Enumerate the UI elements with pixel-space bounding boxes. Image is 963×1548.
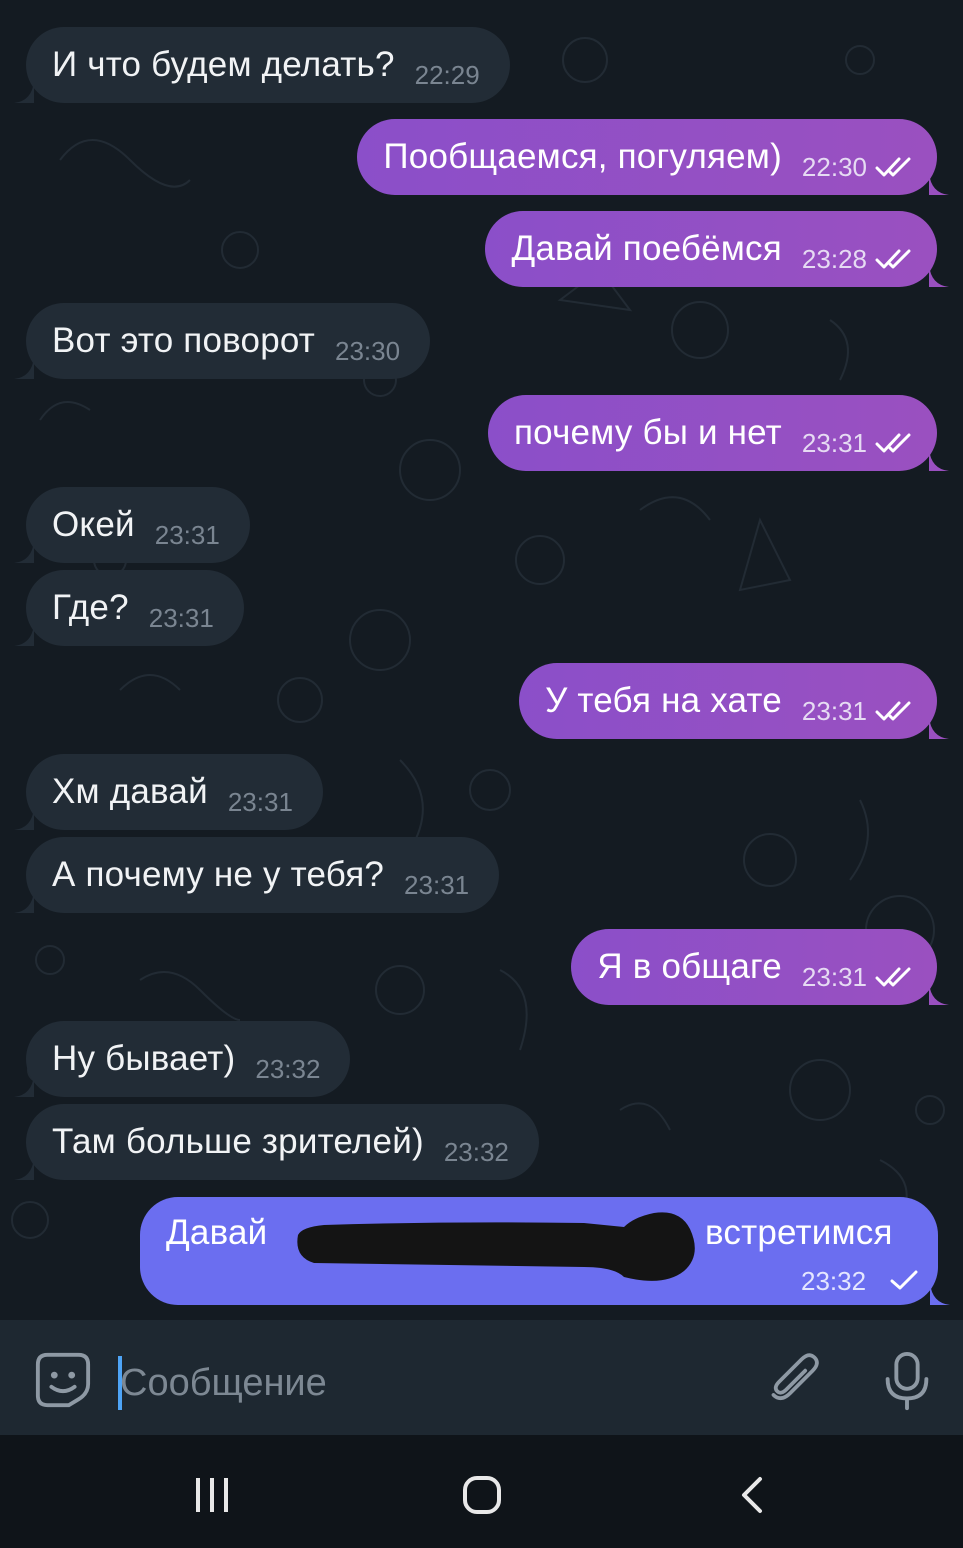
last-message-text-start: Давай (166, 1213, 268, 1252)
message-tail (14, 624, 34, 646)
message-time: 23:31 (801, 961, 867, 992)
message-time: 22:29 (414, 59, 480, 90)
message-bubble: Там больше зрителей) 23:32 (14, 1104, 539, 1180)
message-text: Давай поебёмся (511, 229, 782, 268)
message-text: Я в общаге (597, 947, 782, 986)
message-tail (929, 717, 949, 739)
message-tail (929, 265, 949, 287)
message-bubble: А почему не у тебя? 23:31 (14, 837, 500, 913)
message-tail (930, 1283, 950, 1305)
microphone-icon[interactable] (882, 1350, 932, 1412)
double-check-icon (875, 701, 911, 721)
message-bubble: почему бы и нет 23:31 (488, 395, 949, 471)
message-text: Ну бывает) (52, 1039, 236, 1078)
message-tail (14, 891, 34, 913)
home-icon[interactable] (462, 1475, 502, 1515)
outgoing-message[interactable]: У тебя на хате 23:31 (519, 663, 949, 739)
message-time: 23:32 (443, 1136, 509, 1167)
message-text: У тебя на хате (545, 681, 782, 720)
message-time: 23:31 (801, 695, 867, 726)
outgoing-message-last[interactable]: Давай встретимся 23:32 (140, 1197, 950, 1305)
outgoing-message[interactable]: Пообщаемся, погуляем) 22:30 (357, 119, 949, 195)
message-text: Пообщаемся, погуляем) (383, 137, 782, 176)
message-bubble: И что будем делать? 22:29 (14, 27, 510, 103)
message-time: 23:31 (404, 869, 470, 900)
outgoing-message[interactable]: Я в общаге 23:31 (571, 929, 949, 1005)
outgoing-message[interactable]: Давай поебёмся 23:28 (485, 211, 949, 287)
incoming-message[interactable]: Хм давай 23:31 (14, 754, 323, 830)
message-time: 23:31 (227, 786, 293, 817)
incoming-message[interactable]: Вот это поворот 23:30 (14, 303, 431, 379)
message-text: почему бы и нет (514, 413, 782, 452)
message-text: А почему не у тебя? (52, 855, 385, 894)
incoming-message[interactable]: Где? 23:31 (14, 570, 244, 646)
message-time: 23:31 (148, 602, 214, 633)
last-message-text-end: встретимся (705, 1213, 893, 1252)
message-tail (14, 541, 34, 563)
message-text: И что будем делать? (52, 45, 395, 84)
message-text: Окей (52, 505, 135, 544)
message-time: 23:30 (335, 335, 401, 366)
message-time: 23:31 (154, 519, 220, 550)
double-check-icon (875, 157, 911, 177)
message-bubble: У тебя на хате 23:31 (519, 663, 949, 739)
message-bubble: Вот это поворот 23:30 (14, 303, 431, 379)
incoming-message[interactable]: И что будем делать? 22:29 (14, 27, 510, 103)
redaction-scribble (297, 1212, 695, 1281)
chat-area[interactable]: И что будем делать? 22:29 Пообщаемся, погу… (0, 0, 963, 1320)
message-text: Там больше зрителей) (52, 1122, 424, 1161)
recents-icon[interactable] (192, 1475, 232, 1515)
message-bubble: Давай поебёмся 23:28 (485, 211, 949, 287)
message-tail (14, 81, 34, 103)
incoming-message[interactable]: Там больше зрителей) 23:32 (14, 1104, 539, 1180)
message-time: 23:31 (801, 427, 867, 458)
composer-bar: Сообщение (0, 1320, 963, 1435)
message-text: Хм давай (52, 772, 208, 811)
message-time: 22:30 (801, 151, 867, 182)
outgoing-message[interactable]: почему бы и нет 23:31 (488, 395, 949, 471)
message-text: Где? (52, 588, 129, 627)
message-tail (14, 1158, 34, 1180)
system-navigation-bar (0, 1435, 963, 1548)
double-check-icon (875, 967, 911, 987)
message-input[interactable]: Сообщение (120, 1360, 720, 1408)
message-text: Вот это поворот (52, 321, 315, 360)
incoming-message[interactable]: Окей 23:31 (14, 487, 250, 563)
last-message-bubble: Давай встретимся 23:32 (140, 1197, 950, 1305)
message-bubble: Я в общаге 23:31 (571, 929, 949, 1005)
message-bubble: Хм давай 23:31 (14, 754, 323, 830)
message-time: 23:32 (255, 1053, 321, 1084)
message-bubble: Ну бывает) 23:32 (14, 1021, 351, 1097)
message-bubble: Где? 23:31 (14, 570, 244, 646)
message-tail (929, 449, 949, 471)
back-icon[interactable] (734, 1475, 774, 1515)
message-tail (929, 983, 949, 1005)
double-check-icon (875, 433, 911, 453)
message-tail (14, 1075, 34, 1097)
message-time: 23:28 (801, 243, 867, 274)
message-bubble: Окей 23:31 (14, 487, 250, 563)
paperclip-icon[interactable] (766, 1352, 822, 1408)
double-check-icon (875, 249, 911, 269)
message-tail (14, 808, 34, 830)
sticker-icon[interactable] (34, 1351, 92, 1409)
message-bubble: Пообщаемся, погуляем) 22:30 (357, 119, 949, 195)
incoming-message[interactable]: Ну бывает) 23:32 (14, 1021, 351, 1097)
message-tail (14, 357, 34, 379)
incoming-message[interactable]: А почему не у тебя? 23:31 (14, 837, 500, 913)
last-message-time: 23:32 (801, 1266, 867, 1296)
single-check-icon (890, 1270, 918, 1290)
message-tail (929, 173, 949, 195)
